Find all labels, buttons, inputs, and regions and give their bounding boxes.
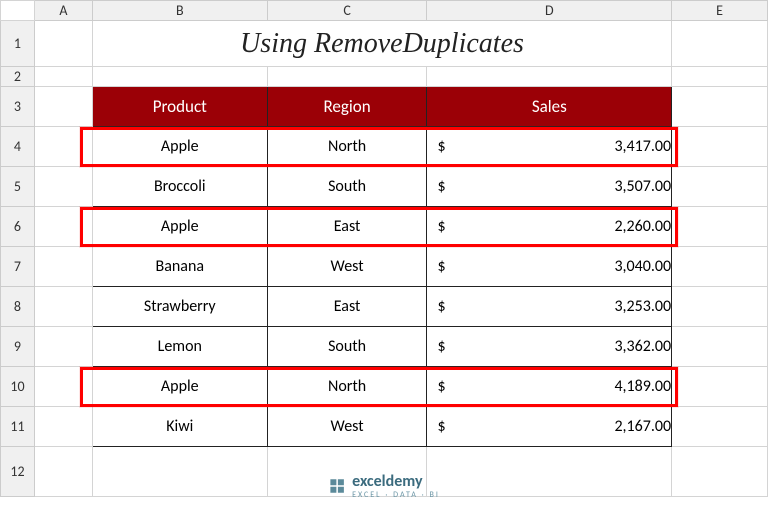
cell-sales[interactable]: $3,040.00: [427, 247, 672, 287]
cell-A1[interactable]: [34, 21, 92, 67]
exceldemy-logo: exceldemy EXCEL · DATA · BI: [328, 472, 440, 499]
cell-region[interactable]: East: [267, 287, 427, 327]
cell-product[interactable]: Kiwi: [92, 407, 267, 447]
cell-sales[interactable]: $2,260.00: [427, 207, 672, 247]
sales-value: 3,040.00: [427, 257, 671, 276]
row-header-7[interactable]: 7: [1, 247, 35, 287]
cell-region[interactable]: West: [267, 247, 427, 287]
cell-sales[interactable]: $3,253.00: [427, 287, 672, 327]
row-header-1[interactable]: 1: [1, 21, 35, 67]
row-header-8[interactable]: 8: [1, 287, 35, 327]
row-header-4[interactable]: 4: [1, 127, 35, 167]
cell-sales[interactable]: $3,417.00: [427, 127, 672, 167]
select-all-corner[interactable]: [1, 1, 35, 21]
col-header-A[interactable]: A: [34, 1, 92, 21]
currency-symbol: $: [437, 177, 445, 196]
cell-region[interactable]: North: [267, 127, 427, 167]
cell-product[interactable]: Apple: [92, 367, 267, 407]
cell-product[interactable]: Apple: [92, 207, 267, 247]
cell-product[interactable]: Lemon: [92, 327, 267, 367]
col-header-D[interactable]: D: [427, 1, 672, 21]
cell-sales[interactable]: $3,507.00: [427, 167, 672, 207]
currency-symbol: $: [437, 417, 445, 436]
sales-value: 3,362.00: [427, 337, 671, 356]
header-product[interactable]: Product: [92, 87, 267, 127]
sales-value: 3,507.00: [427, 177, 671, 196]
sales-value: 3,417.00: [427, 137, 671, 156]
header-region[interactable]: Region: [267, 87, 427, 127]
title-cell[interactable]: Using RemoveDuplicates: [92, 21, 671, 67]
cell-E1[interactable]: [672, 21, 768, 67]
currency-symbol: $: [437, 337, 445, 356]
row-header-2[interactable]: 2: [1, 67, 35, 87]
logo-tagline: EXCEL · DATA · BI: [352, 491, 440, 499]
row-header-3[interactable]: 3: [1, 87, 35, 127]
row-header-9[interactable]: 9: [1, 327, 35, 367]
sales-value: 3,253.00: [427, 297, 671, 316]
cell-product[interactable]: Broccoli: [92, 167, 267, 207]
cell-sales[interactable]: $2,167.00: [427, 407, 672, 447]
col-header-E[interactable]: E: [672, 1, 768, 21]
cell-product[interactable]: Strawberry: [92, 287, 267, 327]
cell-sales[interactable]: $3,362.00: [427, 327, 672, 367]
logo-icon: [328, 477, 346, 495]
col-header-C[interactable]: C: [267, 1, 427, 21]
cell-region[interactable]: North: [267, 367, 427, 407]
cell-region[interactable]: West: [267, 407, 427, 447]
cell-region[interactable]: South: [267, 327, 427, 367]
cell-product[interactable]: Apple: [92, 127, 267, 167]
cell-product[interactable]: Banana: [92, 247, 267, 287]
row-header-11[interactable]: 11: [1, 407, 35, 447]
cell-region[interactable]: South: [267, 167, 427, 207]
currency-symbol: $: [437, 257, 445, 276]
spreadsheet-grid[interactable]: A B C D E 1 Using RemoveDuplicates 2 3 P…: [0, 0, 768, 497]
row-header-12[interactable]: 12: [1, 447, 35, 497]
cell-sales[interactable]: $4,189.00: [427, 367, 672, 407]
logo-brand: exceldemy: [352, 472, 422, 491]
sales-value: 2,167.00: [427, 417, 671, 436]
header-sales[interactable]: Sales: [427, 87, 672, 127]
row-header-5[interactable]: 5: [1, 167, 35, 207]
row-header-6[interactable]: 6: [1, 207, 35, 247]
sales-value: 2,260.00: [427, 217, 671, 236]
currency-symbol: $: [437, 217, 445, 236]
sales-value: 4,189.00: [427, 377, 671, 396]
col-header-B[interactable]: B: [92, 1, 267, 21]
cell-region[interactable]: East: [267, 207, 427, 247]
currency-symbol: $: [437, 137, 445, 156]
currency-symbol: $: [437, 377, 445, 396]
row-header-10[interactable]: 10: [1, 367, 35, 407]
currency-symbol: $: [437, 297, 445, 316]
